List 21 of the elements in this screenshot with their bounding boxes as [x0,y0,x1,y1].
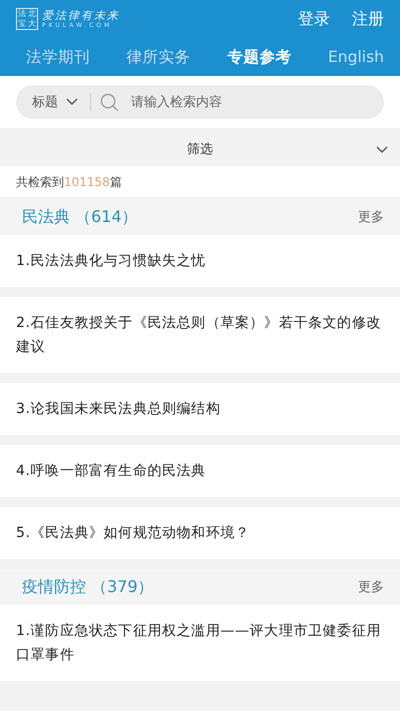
article-item[interactable]: 1.民法法典化与习惯缺失之忧 [0,235,400,287]
logo-slogan: 爱法律有未来 [42,10,120,20]
scope-dropdown[interactable]: 标题 [32,93,78,111]
article-item[interactable]: 3.论我国未来民法典总则编结构 [0,383,400,435]
header-link[interactable]: 注册 [352,8,384,30]
article-item[interactable]: 4.呼唤一部富有生命的民法典 [0,445,400,497]
filter-label: 筛选 [187,141,213,158]
logo-mark: 法 北 宝 大 [16,8,38,30]
search-icon [100,92,119,112]
more-link[interactable]: 更多 [358,208,384,226]
more-link[interactable]: 更多 [358,578,384,596]
chevron-icon [376,146,388,154]
header-link[interactable]: 登录 [298,8,330,30]
section-title: 民法典 （614） [22,206,138,228]
article-item[interactable]: 5.《民法典》如何规范动物和环境？ [0,507,400,559]
result-count: 共检索到101158篇 [0,166,400,197]
nav-tab[interactable]: 专题参考 [227,46,292,68]
section-title: 疫情防控 （379） [22,576,154,598]
article-item[interactable]: 1.谨防应急状态下征用权之滥用——评大理市卫健委征用口罩事件 [0,605,400,681]
article-item[interactable]: 2.石佳友教授关于《民法总则（草案）》若干条文的修改建议 [0,297,400,373]
search-field[interactable]: 标题 请输入检索内容 [16,85,384,119]
